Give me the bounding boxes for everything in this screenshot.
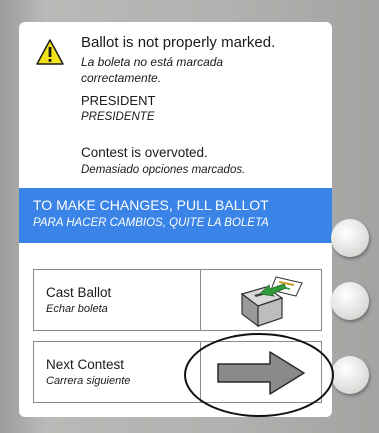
banner-text-es: PARA HACER CAMBIOS, QUITE LA BOLETA <box>33 217 269 229</box>
overvote-status: Contest is overvoted. <box>81 145 208 160</box>
alert-title-es-line2: correctamente. <box>81 71 162 85</box>
contest-name: PRESIDENT <box>81 93 156 108</box>
pull-ballot-banner: TO MAKE CHANGES, PULL BALLOT PARA HACER … <box>19 188 332 243</box>
warning-icon <box>36 39 64 65</box>
highlight-oval <box>184 333 334 417</box>
next-contest-label-es: Carrera siguiente <box>46 375 131 387</box>
warning-message: Ballot is not properly marked. La boleta… <box>19 22 332 188</box>
hardware-button-3[interactable] <box>331 356 369 394</box>
cast-ballot-label: Cast Ballot <box>46 285 112 300</box>
hardware-button-2[interactable] <box>331 282 369 320</box>
alert-title: Ballot is not properly marked. <box>81 34 276 51</box>
cast-ballot-label-es: Echar boleta <box>46 303 108 315</box>
hardware-button-1[interactable] <box>331 219 369 257</box>
cast-ballot-button[interactable]: Cast Ballot Echar boleta <box>33 269 322 331</box>
alert-title-es-line1: La boleta no está marcada <box>81 55 224 69</box>
next-contest-label: Next Contest <box>46 357 125 372</box>
ballot-box-icon <box>240 276 303 328</box>
contest-name-es: PRESIDENTE <box>81 111 155 123</box>
overvote-status-es: Demasiado opciones marcados. <box>81 164 246 176</box>
option-divider <box>200 270 201 330</box>
banner-text: TO MAKE CHANGES, PULL BALLOT <box>33 197 269 213</box>
